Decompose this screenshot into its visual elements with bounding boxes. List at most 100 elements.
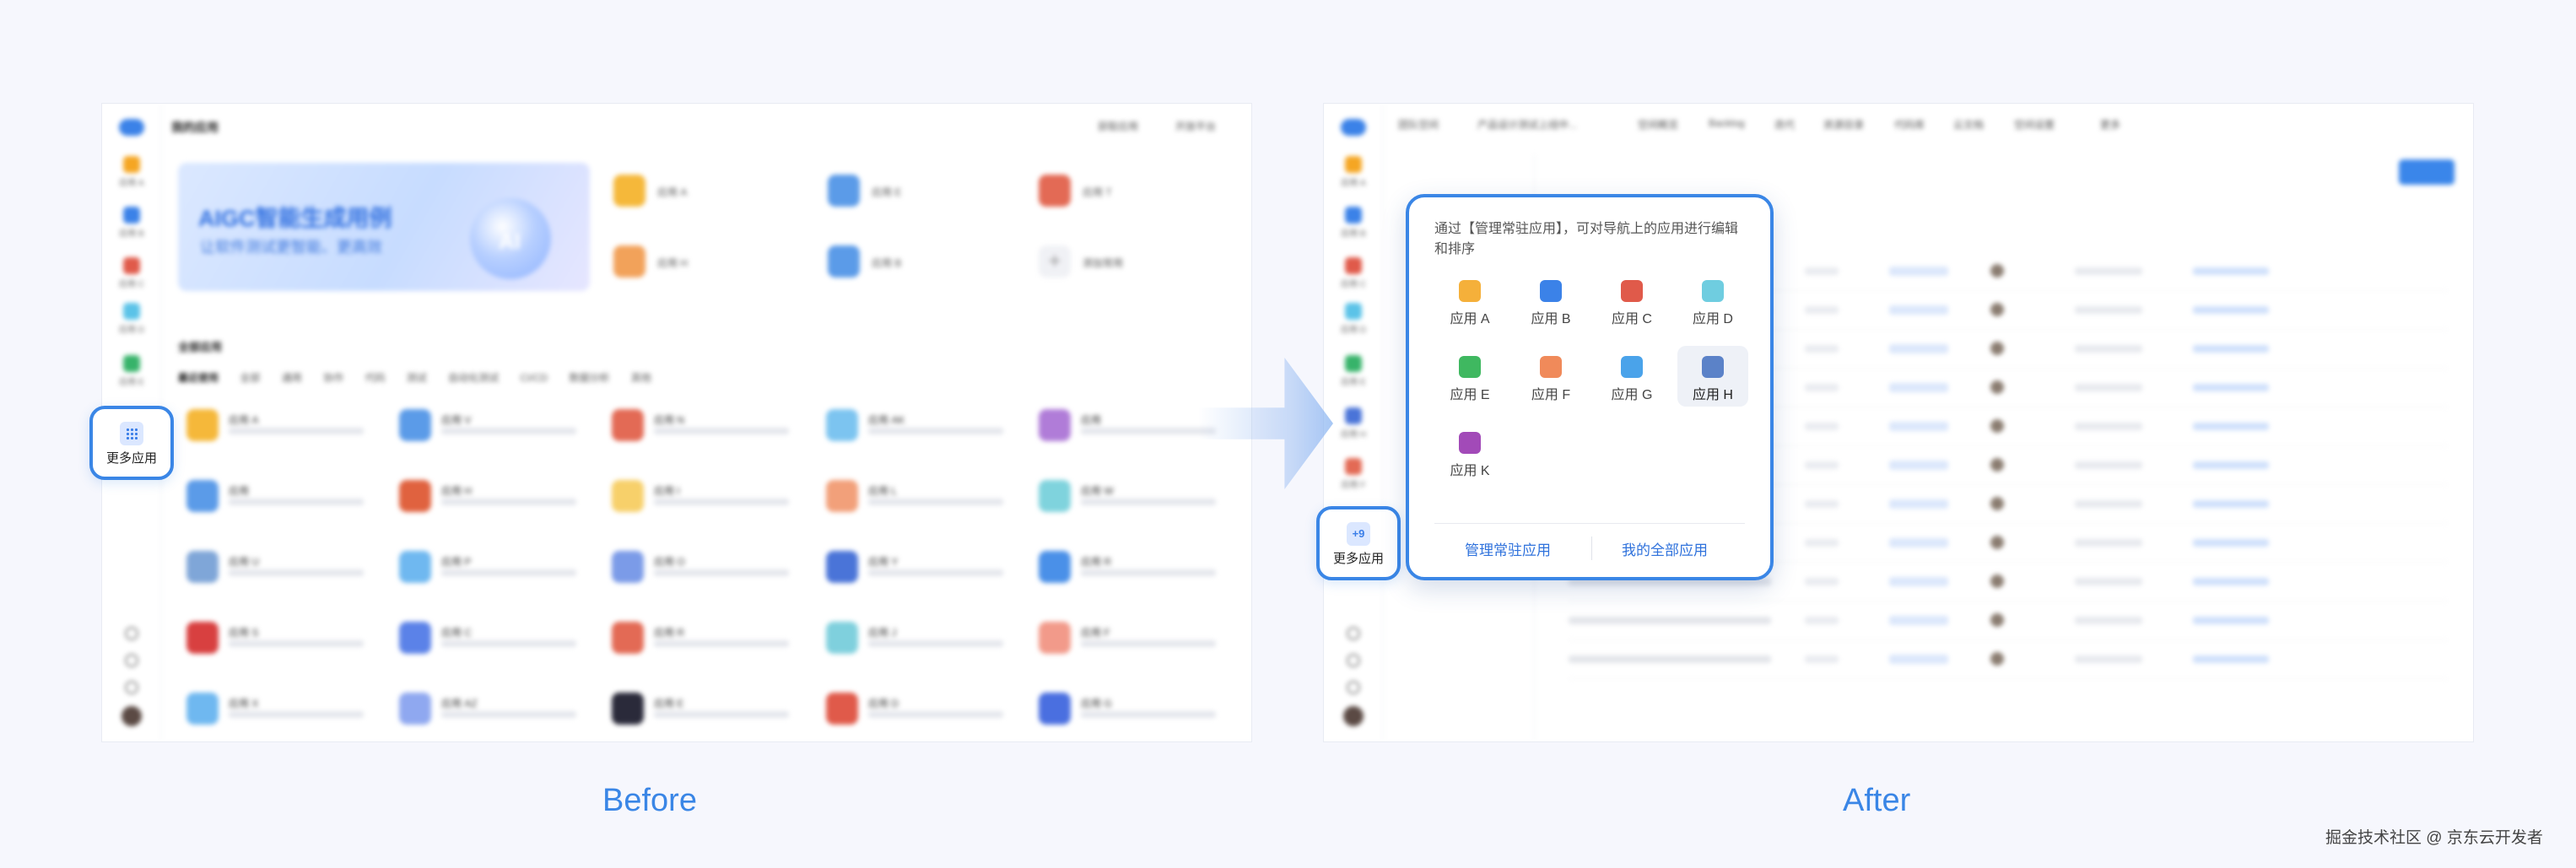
filter-tab[interactable]: 代码 — [365, 372, 385, 384]
filter-tab[interactable]: 数据分析 — [570, 372, 610, 384]
app-card[interactable]: 应用 F — [1039, 622, 1233, 659]
app-card[interactable]: 应用 J — [826, 622, 1020, 659]
app-card[interactable]: 应用 Y — [826, 551, 1020, 588]
app-card[interactable]: 应用 I — [612, 480, 806, 517]
filter-tab[interactable]: 测试 — [407, 372, 427, 384]
app-icon — [1459, 356, 1481, 378]
sidebar-app-a[interactable]: 应用 A — [1341, 156, 1366, 188]
app-card[interactable]: 应用 X — [186, 693, 381, 730]
app-card[interactable]: 应用 R — [1039, 551, 1233, 588]
filter-tab[interactable]: 协作 — [323, 372, 343, 384]
app-card[interactable]: 应用 AK — [826, 409, 1020, 446]
popup-app-f[interactable]: 应用 F — [1515, 346, 1586, 407]
manage-pinned-apps-link[interactable]: 管理常驻应用 — [1465, 538, 1551, 559]
app-icon — [399, 480, 431, 512]
bell-icon[interactable] — [1347, 654, 1360, 667]
sidebar-app-d[interactable]: 应用 D — [119, 303, 144, 335]
open-platform-link[interactable]: 开放平台 — [1175, 119, 1216, 133]
quick-app[interactable]: 应用 E — [828, 175, 996, 208]
app-card[interactable]: 应用 U — [186, 551, 381, 588]
sidebar-app-a[interactable]: 应用 A — [119, 156, 144, 188]
edit-icon[interactable] — [1347, 681, 1360, 694]
quick-app[interactable]: 应用 B — [828, 245, 996, 279]
help-icon[interactable] — [1347, 627, 1360, 640]
app-name: 应用 AZ — [441, 698, 478, 709]
app-card[interactable]: 应用 A — [186, 409, 381, 446]
app-description — [229, 428, 364, 434]
popup-app-k[interactable]: 应用 K — [1434, 422, 1505, 483]
table-row[interactable] — [1569, 640, 2448, 679]
bell-icon[interactable] — [125, 654, 138, 667]
popup-app-d[interactable]: 应用 D — [1677, 270, 1748, 331]
sidebar-app-b[interactable]: 应用 B — [119, 207, 144, 239]
app-description — [868, 640, 1003, 647]
filter-tab[interactable]: CI/CD — [521, 372, 548, 384]
popup-app-b[interactable]: 应用 B — [1515, 270, 1586, 331]
app-card[interactable]: 应用 L — [826, 480, 1020, 517]
app-card[interactable]: 应用 — [186, 480, 381, 517]
top-tab[interactable]: 团队空间 — [1398, 117, 1439, 132]
sidebar-app-h[interactable]: 应用 H — [1341, 407, 1366, 439]
app-card[interactable]: 应用 D — [826, 693, 1020, 730]
app-card[interactable]: 应用 P — [399, 551, 593, 588]
app-card[interactable]: 应用 S — [186, 622, 381, 659]
popup-app-e[interactable]: 应用 E — [1434, 346, 1505, 407]
get-app-link[interactable]: 获取应用 — [1098, 119, 1138, 133]
top-tab[interactable]: 更多 — [2100, 117, 2120, 132]
add-common-app[interactable]: + 添加常用 — [1039, 245, 1207, 279]
app-description — [868, 428, 1003, 434]
app-card[interactable]: 应用 AZ — [399, 693, 593, 730]
quick-app[interactable]: 应用 H — [613, 245, 782, 279]
app-icon — [612, 622, 644, 654]
popup-app-c[interactable]: 应用 C — [1596, 270, 1667, 331]
app-card[interactable]: 应用 H — [399, 480, 593, 517]
help-icon[interactable] — [125, 627, 138, 640]
more-apps-button-before[interactable]: 更多应用 — [89, 406, 174, 480]
app-card[interactable]: 应用 C — [399, 622, 593, 659]
top-tab[interactable]: Backlog — [1709, 117, 1745, 129]
top-tab[interactable]: 资源目录 — [1823, 117, 1864, 132]
filter-tab[interactable]: 通用 — [282, 372, 302, 384]
more-apps-button-after[interactable]: +9 更多应用 — [1316, 506, 1401, 580]
app-icon — [1702, 280, 1724, 302]
app-card[interactable]: 应用 W — [1039, 480, 1233, 517]
filter-tab[interactable]: 其他 — [631, 372, 651, 384]
filter-tab[interactable]: 全部 — [240, 372, 260, 384]
top-tab[interactable]: 云文档 — [1953, 117, 1984, 132]
top-tab[interactable]: 代码库 — [1894, 117, 1925, 132]
app-card[interactable]: 应用 G — [1039, 693, 1233, 730]
new-button[interactable] — [2399, 159, 2454, 185]
sidebar-app-f[interactable]: 应用 F — [1341, 458, 1366, 490]
app-description — [1081, 711, 1216, 718]
avatar[interactable] — [122, 706, 142, 726]
quick-app[interactable]: 应用 T — [1039, 175, 1207, 208]
quick-app[interactable]: 应用 A — [613, 175, 782, 208]
app-card[interactable]: 应用 V — [399, 409, 593, 446]
app-description — [868, 711, 1003, 718]
top-tab[interactable]: 空间概览 — [1638, 117, 1678, 132]
sidebar-app-d[interactable]: 应用 D — [1341, 303, 1366, 335]
avatar[interactable] — [1343, 706, 1364, 726]
popup-app-g[interactable]: 应用 G — [1596, 346, 1667, 407]
sidebar-app-b[interactable]: 应用 B — [1341, 207, 1366, 239]
all-my-apps-link[interactable]: 我的全部应用 — [1622, 538, 1708, 559]
app-card[interactable]: 应用 O — [612, 551, 806, 588]
sidebar-app-e[interactable]: 应用 E — [119, 355, 144, 387]
edit-icon[interactable] — [125, 681, 138, 694]
sidebar-app-c[interactable]: 应用 C — [119, 257, 144, 289]
table-row[interactable] — [1569, 601, 2448, 640]
sidebar-app-c[interactable]: 应用 C — [1341, 257, 1366, 289]
top-tab[interactable]: 空间设置 — [2014, 117, 2055, 132]
app-card[interactable]: 应用 E — [612, 693, 806, 730]
sidebar-app-e[interactable]: 应用 E — [1341, 355, 1366, 387]
filter-tab[interactable]: 自动化测试 — [448, 372, 499, 384]
app-card[interactable]: 应用 N — [612, 409, 806, 446]
after-sidebar: 应用 A 应用 B 应用 C 应用 D 应用 E 应用 H 应用 F — [1324, 104, 1383, 741]
filter-tab[interactable]: 最近使用 — [178, 372, 219, 384]
popup-app-h[interactable]: 应用 H — [1677, 346, 1748, 407]
popup-app-a[interactable]: 应用 A — [1434, 270, 1505, 331]
top-tab[interactable]: 产品设计测试上线中... — [1477, 117, 1577, 132]
top-tab[interactable]: 迭代 — [1774, 117, 1795, 132]
aigc-banner[interactable]: AIGC智能生成用例 让软件测试更智能、更高效 AI — [178, 163, 590, 291]
app-card[interactable]: 应用 R — [612, 622, 806, 659]
